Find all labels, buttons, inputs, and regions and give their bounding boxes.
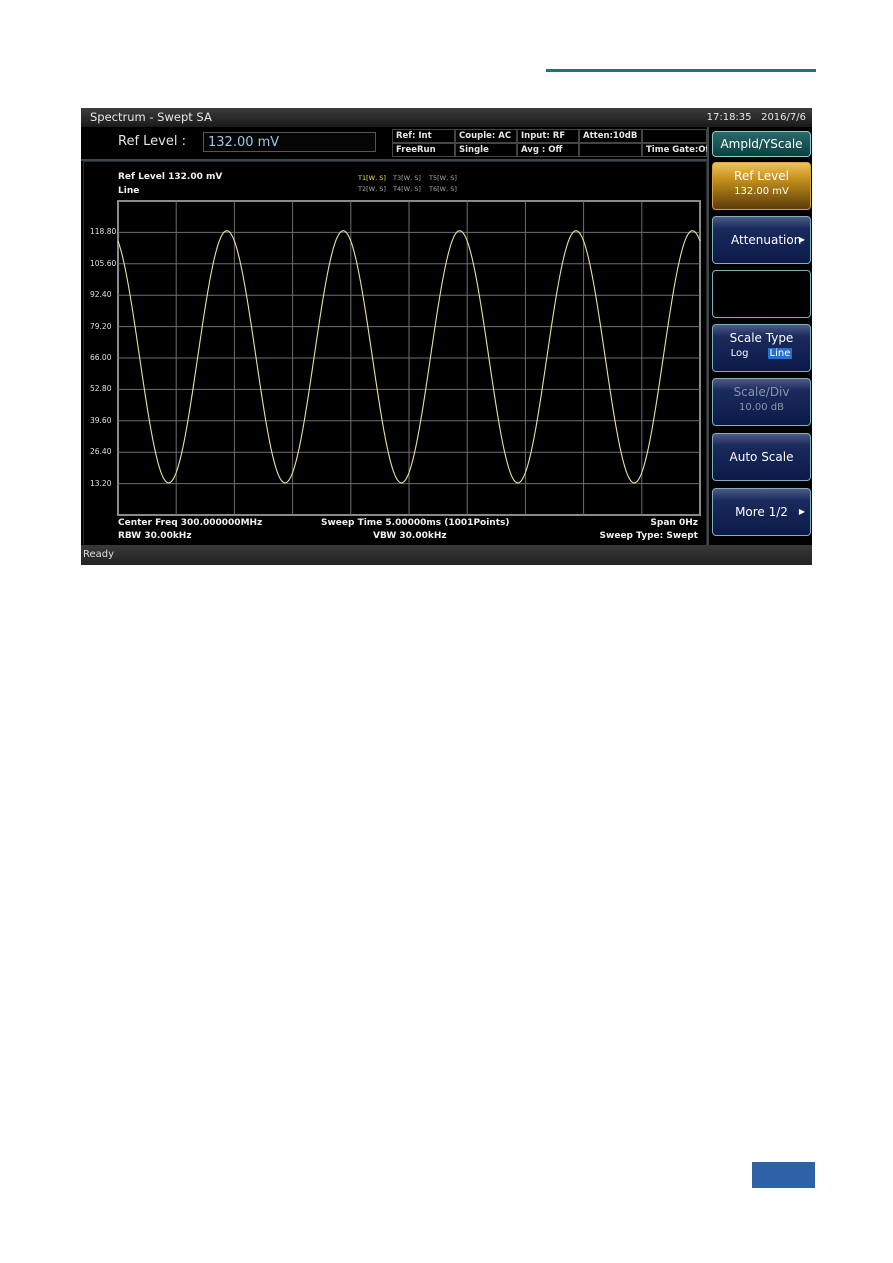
softkey-attenuation[interactable]: Attenuation ▶ [712,216,811,264]
softkey-scale-type[interactable]: Scale Type Log Line [712,324,811,372]
trace-label-t3: T3[W, S] [393,174,421,182]
plot-scale-type: Line [118,186,140,196]
attenuation-label: Attenuation [731,233,802,247]
status-empty-2 [579,143,642,157]
status-sweep-mode: Single [455,143,517,157]
scale-option-log[interactable]: Log [731,348,749,359]
y-tick-label: 39.60 [90,415,112,425]
center-freq: Center Freq 300.000000MHz [118,518,263,528]
more-label: More 1/2 [735,505,788,519]
softkey-auto-scale[interactable]: Auto Scale [712,433,811,481]
clock: 17:18:35 2016/7/6 [707,108,806,127]
trace-label-t1: T1[W, S] [358,174,386,182]
trace-label-t6: T6[W, S] [429,185,457,193]
status-bar: Ready [81,545,812,565]
date: 2016/7/6 [761,112,806,123]
status-avg: Avg : Off [517,143,579,157]
scale-div-value: 10.00 dB [738,402,784,413]
auto-scale-label: Auto Scale [729,450,794,464]
status-input: Input: RF [517,129,579,143]
y-tick-label: 66.00 [90,353,112,362]
scale-option-line[interactable]: Line [767,348,793,359]
trace-label-t5: T5[W, S] [429,174,457,182]
status-trigger: FreeRun [392,143,455,157]
title-bar: Spectrum - Swept SA 17:18:35 2016/7/6 [81,108,812,127]
page-number-badge [752,1162,815,1188]
y-tick-label: 52.80 [90,384,112,394]
analyzer-screen: Spectrum - Swept SA 17:18:35 2016/7/6 Re… [81,108,812,565]
softkey-ref-level[interactable]: Ref Level 132.00 mV [712,162,811,210]
submenu-arrow-icon: ▶ [798,235,805,244]
plot-ref-level: Ref Level 132.00 mV [118,172,223,182]
ref-level-value: 132.00 mV [734,186,789,197]
y-tick-label: 105.60 [90,258,117,268]
vbw: VBW 30.00kHz [373,531,447,541]
page-header-rule [546,69,816,72]
y-tick-label: 92.40 [90,290,112,300]
ref-level-input[interactable]: 132.00 mV [203,132,376,152]
y-tick-label: 26.40 [90,447,112,457]
window-title: Spectrum - Swept SA [90,110,212,124]
input-bar: Ref Level : 132.00 mV Ref: Int Couple: A… [81,127,712,161]
y-tick-label: 13.20 [90,478,112,488]
trace-label-t4: T4[W, S] [393,185,421,193]
softkey-blank [712,270,811,318]
menu-title-ampld-yscale[interactable]: Ampld/YScale [712,131,811,157]
scale-type-options: Log Line [713,348,810,359]
softkey-panel: Ampld/YScale Ref Level 132.00 mV Attenua… [707,127,812,545]
plot-panel: Ref Level 132.00 mV Line T1[W, S] T3[W, … [83,161,707,548]
status-atten: Atten:10dB [579,129,642,143]
sweep-time: Sweep Time 5.00000ms (1001Points) [321,518,510,528]
trace-label-t2: T2[W, S] [358,185,386,193]
y-tick-label: 118.80 [90,227,117,237]
y-tick-label: 79.20 [90,321,112,331]
status-ref: Ref: Int [392,129,455,143]
sweep-type: Sweep Type: Swept [599,531,698,541]
scale-div-label: Scale/Div [733,385,790,399]
menu-title-label: Ampld/YScale [720,137,803,151]
submenu-arrow-icon: ▶ [798,507,805,516]
trace-plot[interactable] [117,200,701,516]
ref-level-label: Ref Level [734,169,789,183]
rbw: RBW 30.00kHz [118,531,192,541]
softkey-more[interactable]: More 1/2 ▶ [712,488,811,536]
span: Span 0Hz [650,518,698,528]
status-couple: Couple: AC [455,129,517,143]
status-empty [642,129,707,143]
status-text: Ready [83,549,115,560]
time: 17:18:35 [706,112,752,123]
softkey-scale-div[interactable]: Scale/Div 10.00 dB [712,378,811,426]
scale-type-label: Scale Type [729,331,794,345]
input-label: Ref Level : [118,134,186,149]
status-time-gate: Time Gate:Off [642,143,712,157]
status-grid: Ref: Int Couple: AC Input: RF Atten:10dB… [392,129,712,159]
